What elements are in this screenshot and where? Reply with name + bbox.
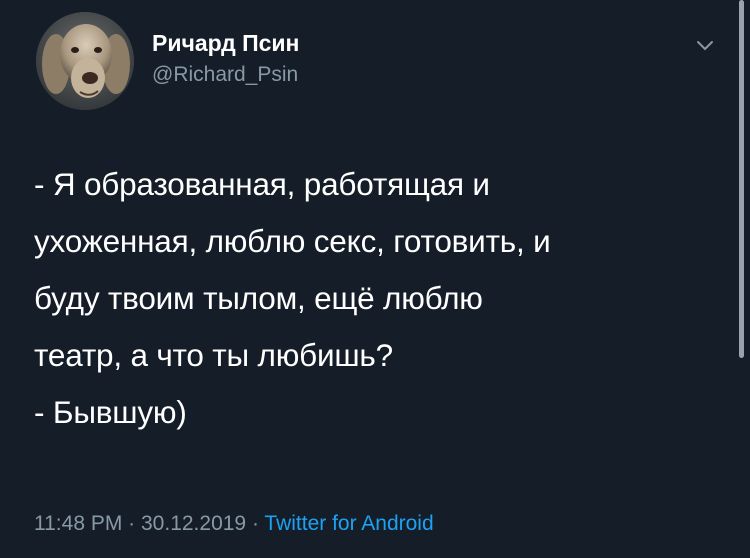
author-display-name[interactable]: Ричард Псин — [152, 30, 299, 57]
tweet-text-line: - Я образованная, работящая и — [34, 166, 490, 202]
scrollbar[interactable] — [739, 0, 744, 358]
tweet-text-line: - Бывшую) — [34, 394, 187, 430]
chevron-down-icon[interactable] — [694, 38, 716, 54]
author-handle[interactable]: @Richard_Psin — [152, 63, 298, 87]
tweet-text-line: театр, а что ты любишь? — [34, 337, 393, 373]
tweet-meta: 11:48 PM · 30.12.2019 · Twitter for Andr… — [34, 512, 434, 536]
tweet-text-line: буду твоим тылом, ещё люблю — [34, 280, 483, 316]
tweet-date[interactable]: 30.12.2019 — [141, 512, 246, 535]
dog-avatar-icon — [36, 12, 134, 110]
tweet-time[interactable]: 11:48 PM — [34, 512, 122, 535]
avatar[interactable] — [36, 12, 134, 110]
tweet-text-line: ухоженная, люблю секс, готовить, и — [34, 223, 551, 259]
meta-separator: · — [122, 512, 141, 535]
tweet-text: - Я образованная, работящая и ухоженная,… — [34, 156, 724, 441]
meta-separator: · — [246, 512, 265, 535]
tweet-source-link[interactable]: Twitter for Android — [264, 512, 433, 535]
tweet-card: Ричард Псин @Richard_Psin - Я образованн… — [0, 0, 750, 558]
